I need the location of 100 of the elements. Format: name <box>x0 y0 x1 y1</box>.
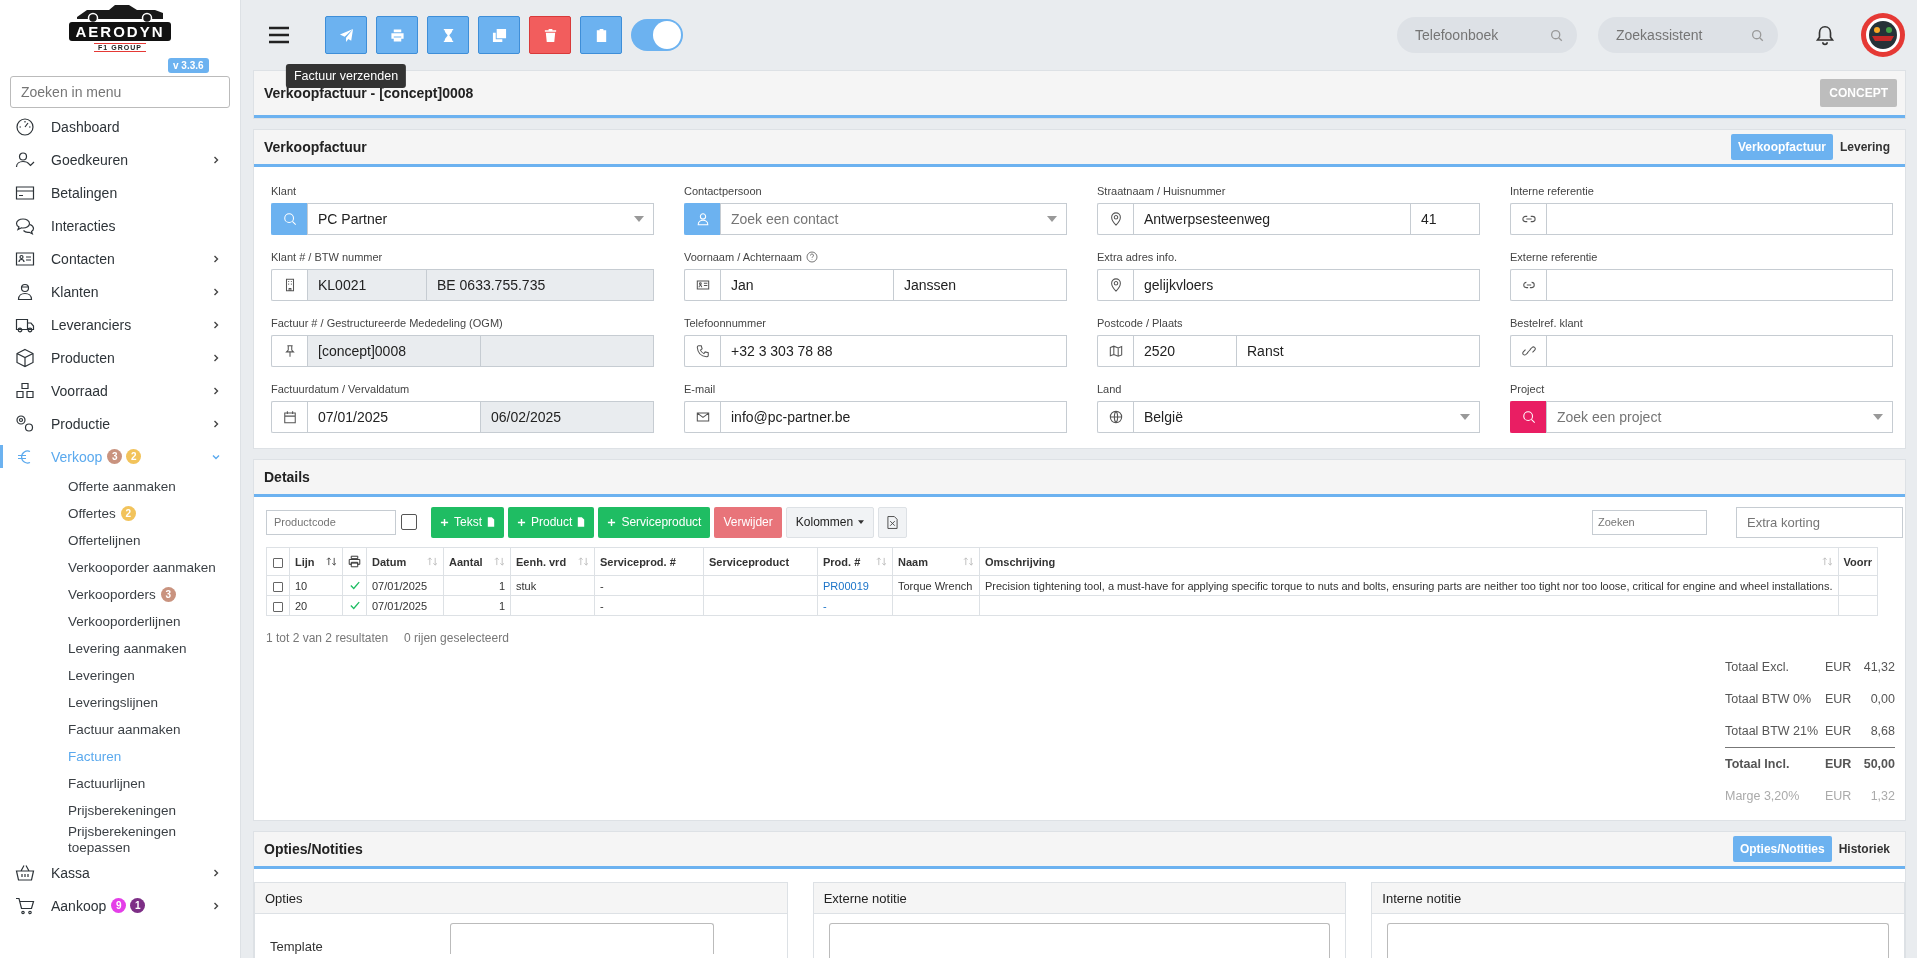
menu-icon[interactable] <box>268 26 290 44</box>
field-addon[interactable] <box>271 401 307 433</box>
input-field[interactable]: info@pc-partner.be <box>720 401 1067 433</box>
send-button[interactable] <box>325 16 367 54</box>
search-field[interactable]: Zoeken <box>1592 509 1707 535</box>
submenu-item[interactable]: Verkooporderlijnen <box>0 608 240 635</box>
checkbox[interactable] <box>273 557 283 568</box>
field-addon[interactable] <box>684 401 720 433</box>
checkbox[interactable] <box>401 514 417 530</box>
input-field[interactable] <box>1546 335 1893 367</box>
input-field[interactable]: Jan <box>720 269 894 301</box>
toolbar-button[interactable]: Kolommen <box>785 506 875 538</box>
input-field[interactable]: 07/01/2025 <box>307 401 481 433</box>
field-addon[interactable] <box>271 269 307 301</box>
column-header[interactable]: Datum <box>366 547 444 576</box>
column-header[interactable] <box>342 547 367 576</box>
input-field[interactable]: Antwerpsesteenweg <box>1133 203 1411 235</box>
menu-item[interactable]: Betalingen <box>0 176 240 209</box>
trash-button[interactable] <box>529 16 571 54</box>
field-addon[interactable] <box>684 335 720 367</box>
copy-button[interactable] <box>478 16 520 54</box>
submenu-item[interactable]: Factuur aanmaken <box>0 716 240 743</box>
field-addon[interactable] <box>684 269 720 301</box>
printer-button[interactable] <box>376 16 418 54</box>
field-addon[interactable] <box>1510 401 1546 433</box>
input-field[interactable]: Zoek een contact <box>720 203 1067 235</box>
input-field[interactable]: België <box>1133 401 1480 433</box>
submenu-item[interactable]: Verkooporders 3 <box>0 581 240 608</box>
menu-item[interactable]: Dashboard <box>0 110 240 143</box>
submenu-item[interactable]: Leveringen <box>0 662 240 689</box>
input-field[interactable]: Ranst <box>1236 335 1480 367</box>
field-addon[interactable] <box>1097 203 1133 235</box>
template-select[interactable] <box>450 923 714 954</box>
note-field[interactable] <box>828 923 1331 958</box>
help-icon[interactable] <box>806 251 818 263</box>
menu-item[interactable]: Leveranciers <box>0 308 240 341</box>
menu-item[interactable]: Goedkeuren <box>0 143 240 176</box>
avatar[interactable] <box>1860 12 1906 58</box>
field-addon[interactable] <box>1510 203 1546 235</box>
clipboard-button[interactable] <box>580 16 622 54</box>
menu-item[interactable]: Aankoop 9 1 <box>0 889 240 922</box>
input-field[interactable]: Janssen <box>893 269 1067 301</box>
column-header[interactable] <box>266 547 290 576</box>
row-checkbox[interactable] <box>273 581 283 592</box>
toggle-switch[interactable] <box>631 19 683 51</box>
row-checkbox[interactable] <box>273 601 283 612</box>
column-header[interactable]: Naam <box>892 547 980 576</box>
submenu-item[interactable]: Offerte aanmaken <box>0 473 240 500</box>
column-header[interactable]: Serviceprod. # <box>594 547 704 576</box>
sort-icon[interactable] <box>326 557 337 566</box>
menu-item[interactable]: Interacties <box>0 209 240 242</box>
input-field[interactable]: BE 0633.755.735 <box>426 269 654 301</box>
input-field[interactable] <box>480 335 654 367</box>
menu-item[interactable]: Klanten <box>0 275 240 308</box>
note-field[interactable] <box>1387 923 1889 958</box>
input-field[interactable]: gelijkvloers <box>1133 269 1480 301</box>
tab[interactable]: Levering <box>1833 134 1897 160</box>
input-field[interactable] <box>1546 269 1893 301</box>
field-addon[interactable] <box>271 203 307 235</box>
column-header[interactable]: Omschrijving <box>979 547 1838 576</box>
input-field[interactable]: KL0021 <box>307 269 427 301</box>
hourglass-button[interactable] <box>427 16 469 54</box>
submenu-item[interactable]: Leveringslijnen <box>0 689 240 716</box>
field-addon[interactable] <box>1097 269 1133 301</box>
input-field[interactable] <box>1546 203 1893 235</box>
submenu-item[interactable]: Verkooporder aanmaken <box>0 554 240 581</box>
column-header[interactable]: Voorr <box>1838 547 1878 576</box>
column-header[interactable]: Prod. # <box>817 547 893 576</box>
menu-search-field[interactable]: Zoeken in menu <box>10 76 230 108</box>
input-field[interactable]: Zoek een project <box>1546 401 1893 433</box>
input-field[interactable]: +32 3 303 78 88 <box>720 335 1067 367</box>
product-code-field[interactable]: Productcode <box>266 509 396 535</box>
field-addon[interactable] <box>1097 401 1133 433</box>
input-field[interactable]: 06/02/2025 <box>480 401 654 433</box>
menu-item[interactable]: Voorraad <box>0 374 240 407</box>
search-field[interactable]: Zoekassistent <box>1598 17 1778 53</box>
column-header[interactable]: Aantal <box>443 547 511 576</box>
submenu-item[interactable]: Offertelijnen <box>0 527 240 554</box>
input-field[interactable]: PC Partner <box>307 203 654 235</box>
field-addon[interactable] <box>1510 335 1546 367</box>
menu-item[interactable]: Kassa <box>0 856 240 889</box>
submenu-item[interactable]: Offertes 2 <box>0 500 240 527</box>
field-addon[interactable] <box>1097 335 1133 367</box>
input-field[interactable]: 2520 <box>1133 335 1237 367</box>
submenu-item[interactable]: Factuurlijnen <box>0 770 240 797</box>
search-field[interactable]: Telefoonboek <box>1397 17 1577 53</box>
input-field[interactable]: 41 <box>1410 203 1480 235</box>
field-addon[interactable] <box>1510 269 1546 301</box>
excel-export-button[interactable] <box>878 506 908 538</box>
field-addon[interactable] <box>271 335 307 367</box>
menu-item[interactable]: Contacten <box>0 242 240 275</box>
discount-field[interactable]: Extra korting <box>1736 506 1903 538</box>
input-field[interactable]: [concept]0008 <box>307 335 481 367</box>
menu-item[interactable]: Producten <box>0 341 240 374</box>
submenu-item[interactable]: Prijsberekeningen toepassen <box>0 824 240 856</box>
field-addon[interactable] <box>684 203 720 235</box>
column-header[interactable]: Serviceproduct <box>703 547 818 576</box>
submenu-item[interactable]: Prijsberekeningen <box>0 797 240 824</box>
menu-item[interactable]: Productie <box>0 407 240 440</box>
bell-icon[interactable] <box>1814 24 1836 46</box>
